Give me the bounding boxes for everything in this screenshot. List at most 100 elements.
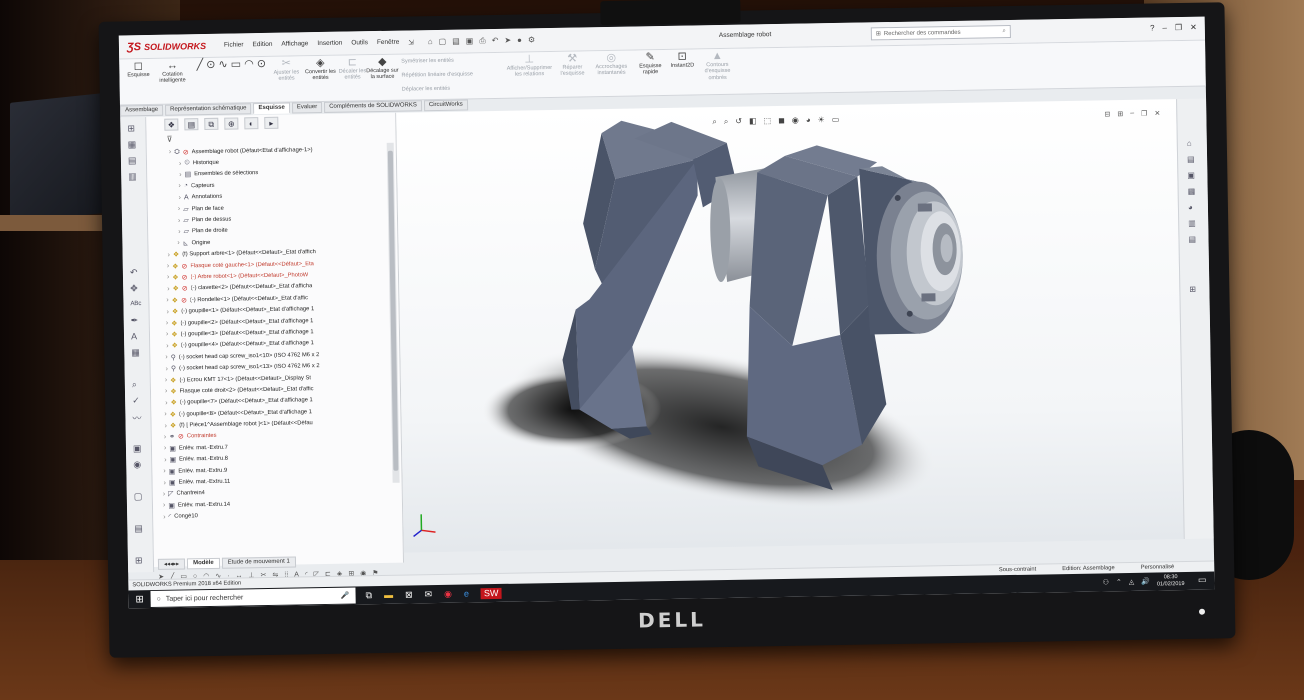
expand-arrow-icon[interactable]: › (179, 171, 181, 178)
people-icon[interactable]: ⚇ (1103, 578, 1109, 586)
notifications-icon[interactable]: ▭ (1198, 575, 1207, 586)
menu-affichage[interactable]: Affichage (281, 40, 308, 48)
resources-icon[interactable]: ⌂ (1187, 139, 1192, 148)
ribbon-cotation[interactable]: ↔ Cotation intelligente (155, 59, 189, 84)
move-icon[interactable]: ✥ (130, 283, 138, 294)
ribbon-accrochages[interactable]: ◎ Accrochages instantanés (591, 52, 631, 77)
tab-circuitworks[interactable]: CircuitWorks (423, 99, 468, 112)
print-icon[interactable]: ⎙ (479, 36, 486, 46)
expand-arrow-icon[interactable]: › (163, 468, 165, 475)
expand-arrow-icon[interactable]: › (179, 160, 181, 167)
expand-arrow-icon[interactable]: › (166, 297, 168, 304)
tab-evaluer[interactable]: Evaluer (291, 101, 323, 114)
rebuild-icon[interactable]: ● (517, 35, 522, 45)
select-icon[interactable]: ➤ (504, 35, 511, 45)
ribbon-decalage-surface[interactable]: ◆ Décalage sur la surface (365, 56, 399, 81)
expand-arrow-icon[interactable]: › (179, 194, 181, 201)
menu-edition[interactable]: Edition (252, 40, 272, 48)
camera-icon[interactable]: ◉ (133, 459, 141, 470)
undo-icon[interactable]: ↶ (492, 35, 499, 45)
ribbon-deplacer[interactable]: Déplacer les entités (402, 85, 502, 93)
taskbar-search[interactable]: ○ Taper ici pour rechercher 🎤 (150, 587, 356, 608)
property-manager-tab-icon[interactable]: ▤ (184, 118, 199, 131)
expand-arrow-icon[interactable]: › (166, 365, 168, 372)
ribbon-contours[interactable]: ▲ Contours d'esquisse ombrés (697, 50, 737, 82)
home-icon[interactable]: ⌂ (428, 37, 433, 47)
ribbon-esquisse-rapide[interactable]: ✎ Esquisse rapide (633, 51, 667, 76)
ribbon-convertir[interactable]: ◈ Convertir les entités (303, 57, 337, 82)
task-view-icon[interactable]: ⧉ (365, 590, 372, 601)
new-document-icon[interactable]: ▢ (439, 36, 447, 46)
expand-arrow-icon[interactable]: › (166, 331, 168, 338)
toolbar-icon[interactable]: ▤ (128, 155, 137, 166)
ribbon-reparer[interactable]: ⚒ Réparer l'esquisse (555, 53, 589, 77)
appearances-icon[interactable]: ◕ (1188, 203, 1193, 212)
graphics-area[interactable]: ⌕ ⌕ ↺ ◧ ⬚ ◼ ◉ ◕ ☀ ▭ ⊟ ⊞ – ❐ ✕ (396, 99, 1184, 553)
expand-arrow-icon[interactable]: › (164, 479, 166, 486)
tab-representation[interactable]: Représentation schématique (165, 103, 252, 116)
forum-icon[interactable]: ▤ (1188, 235, 1196, 244)
expand-arrow-icon[interactable]: › (165, 422, 167, 429)
expand-arrow-icon[interactable]: › (164, 445, 166, 452)
minimize-icon[interactable]: – (1162, 23, 1167, 32)
expand-arrow-icon[interactable]: › (165, 388, 167, 395)
toolbar-icon[interactable]: ▦ (128, 139, 137, 150)
expand-arrow-icon[interactable]: › (178, 217, 180, 224)
menu-insertion[interactable]: Insertion (317, 39, 342, 47)
taskbar-search-input[interactable]: Taper ici pour rechercher (166, 594, 244, 602)
expand-arrow-icon[interactable]: › (163, 502, 165, 509)
volume-icon[interactable]: 🔊 (1141, 578, 1150, 586)
restore-icon[interactable]: ❐ (1175, 23, 1182, 32)
mail-icon[interactable]: ✉ (424, 589, 432, 600)
menu-outils[interactable]: Outils (351, 39, 368, 47)
chrome-icon[interactable]: ◉ (444, 588, 452, 599)
ribbon-relations[interactable]: ⊥ Afficher/Supprimer les relations (505, 53, 553, 78)
pen-icon[interactable]: ✒ (131, 315, 139, 326)
expand-arrow-icon[interactable]: › (164, 411, 166, 418)
solidworks-taskbar-icon[interactable]: SW (480, 587, 502, 599)
expand-arrow-icon[interactable]: › (178, 228, 180, 235)
zoom-icon[interactable]: ⌕ (132, 379, 137, 390)
help-icon[interactable]: ? (1150, 23, 1155, 32)
ribbon-symetriser[interactable]: Symétriser les entités (401, 57, 501, 65)
expand-arrow-icon[interactable]: › (178, 206, 180, 213)
expand-arrow-icon[interactable]: › (163, 513, 165, 520)
view-palette-icon[interactable]: ▦ (1188, 187, 1196, 196)
ribbon-esquisse[interactable]: ◻ Esquisse (121, 60, 155, 79)
tab-complements[interactable]: Compléments de SOLIDWORKS (324, 100, 422, 113)
nav-arrows-icon[interactable]: ◂◂◂▸▸ (157, 558, 186, 570)
expand-arrow-icon[interactable]: › (177, 240, 179, 247)
expand-arrow-icon[interactable]: › (167, 286, 169, 293)
pin-icon[interactable]: ⇲ (408, 38, 414, 46)
curve-icon[interactable]: 〰 (132, 411, 141, 424)
box-icon[interactable]: ▢ (134, 491, 143, 502)
sketch-tools-grid[interactable]: ╱ ⊙ ∿ ▭ ◠ ⊙ (191, 58, 271, 71)
ribbon-instant2d[interactable]: ⊡ Instant2D (665, 51, 699, 69)
tab-modele[interactable]: Modèle (186, 557, 220, 570)
expand-arrow-icon[interactable]: › (165, 354, 167, 361)
chevron-up-icon[interactable]: ⌃ (1116, 578, 1122, 586)
feature-manager-tab-icon[interactable]: ❖ (164, 118, 179, 131)
toolbar-icon[interactable]: ⊞ (127, 123, 135, 134)
expand-arrow-icon[interactable]: › (166, 343, 168, 350)
expand-arrow-icon[interactable]: › (167, 274, 169, 281)
expand-arrow-icon[interactable]: › (169, 149, 171, 156)
configuration-manager-tab-icon[interactable]: ⧉ (204, 117, 219, 131)
layers-icon[interactable]: ▤ (134, 523, 143, 534)
expand-arrow-icon[interactable]: › (166, 320, 168, 327)
command-search[interactable]: ⊞ Rechercher des commandes ⌕ (870, 24, 1011, 41)
expand-arrow-icon[interactable]: › (165, 377, 167, 384)
text-icon[interactable]: A (131, 331, 137, 341)
expand-arrow-icon[interactable]: › (163, 491, 165, 498)
store-icon[interactable]: ⊠ (405, 589, 413, 600)
image-icon[interactable]: ▣ (133, 443, 142, 454)
open-icon[interactable]: ▤ (452, 36, 460, 46)
expand-arrow-icon[interactable]: › (168, 251, 170, 258)
solidworks-logo[interactable]: ƷS SOLIDWORKS (127, 40, 206, 53)
spell-icon[interactable]: ᴬᴮᶜ (130, 299, 141, 309)
search-icon[interactable]: ⌕ (1002, 28, 1005, 35)
more-tab-icon[interactable]: ▸ (264, 116, 279, 129)
ribbon-ajuster[interactable]: ✂ Ajuster les entités (269, 58, 303, 82)
status-units[interactable]: Personnalisé (1141, 564, 1175, 571)
expand-arrow-icon[interactable]: › (178, 183, 180, 190)
